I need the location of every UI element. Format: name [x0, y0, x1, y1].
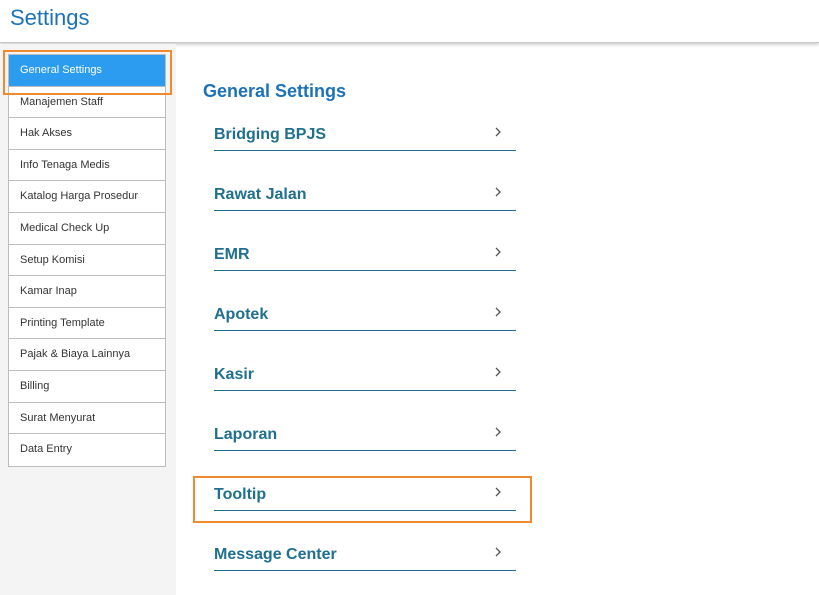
- sidebar-item-billing[interactable]: Billing: [9, 371, 165, 403]
- setting-row-bridging-bpjs[interactable]: Bridging BPJS: [214, 121, 516, 151]
- sidebar-item-kamar-inap[interactable]: Kamar Inap: [9, 276, 165, 308]
- sidebar-item-printing-template[interactable]: Printing Template: [9, 308, 165, 340]
- sidebar-item-manajemen-staff[interactable]: Manajemen Staff: [9, 87, 165, 119]
- chevron-right-icon: [495, 367, 501, 377]
- sidebar-item-pajak-biaya-lainnya[interactable]: Pajak & Biaya Lainnya: [9, 339, 165, 371]
- chevron-right-icon: [495, 487, 501, 497]
- sidebar-item-setup-komisi[interactable]: Setup Komisi: [9, 245, 165, 277]
- setting-row-tooltip[interactable]: Tooltip: [214, 481, 516, 511]
- setting-label: Tooltip: [214, 486, 267, 503]
- setting-label: Message Center: [214, 546, 337, 563]
- sidebar-item-hak-akses[interactable]: Hak Akses: [9, 118, 165, 150]
- sidebar-item-katalog-harga-prosedur[interactable]: Katalog Harga Prosedur: [9, 181, 165, 213]
- setting-label: Bridging BPJS: [214, 126, 327, 143]
- sidebar-item-info-tenaga-medis[interactable]: Info Tenaga Medis: [9, 150, 165, 182]
- chevron-right-icon: [495, 547, 501, 557]
- setting-label: Apotek: [214, 306, 269, 323]
- chevron-right-icon: [495, 307, 501, 317]
- section-title: General Settings: [203, 81, 347, 101]
- sidebar-item-data-entry[interactable]: Data Entry: [9, 434, 165, 466]
- setting-row-apotek[interactable]: Apotek: [214, 301, 516, 331]
- setting-label: Laporan: [214, 426, 278, 443]
- chevron-right-icon: [495, 187, 501, 197]
- setting-label: Rawat Jalan: [214, 186, 307, 203]
- chevron-right-icon: [495, 127, 501, 137]
- page-title: Settings: [10, 5, 90, 30]
- setting-label: EMR: [214, 246, 250, 263]
- setting-row-emr[interactable]: EMR: [214, 241, 516, 271]
- chevron-right-icon: [495, 247, 501, 257]
- setting-row-laporan[interactable]: Laporan: [214, 421, 516, 451]
- sidebar-item-surat-menyurat[interactable]: Surat Menyurat: [9, 403, 165, 435]
- chevron-right-icon: [495, 427, 501, 437]
- setting-row-message-center[interactable]: Message Center: [214, 541, 516, 571]
- setting-label: Kasir: [214, 366, 255, 383]
- sidebar-item-medical-check-up[interactable]: Medical Check Up: [9, 213, 165, 245]
- setting-row-rawat-jalan[interactable]: Rawat Jalan: [214, 181, 516, 211]
- app-header: Settings: [0, 0, 819, 43]
- sidebar-menu: General Settings Manajemen Staff Hak Aks…: [8, 54, 166, 467]
- sidebar-item-general-settings[interactable]: General Settings: [9, 55, 165, 87]
- setting-row-kasir[interactable]: Kasir: [214, 361, 516, 391]
